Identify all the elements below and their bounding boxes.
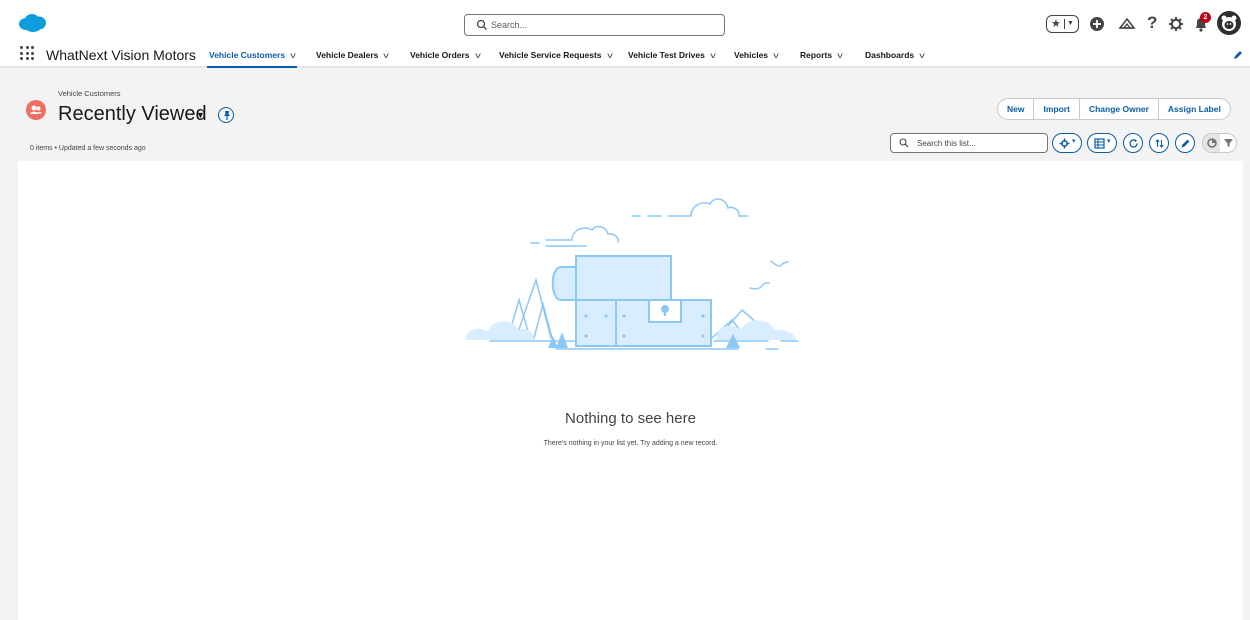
vehicle-customers-object-icon xyxy=(26,100,46,120)
global-search-input[interactable]: Search... xyxy=(464,14,725,36)
list-content-area: Nothing to see here There's nothing in y… xyxy=(18,161,1243,620)
object-label: Vehicle Customers xyxy=(58,89,121,98)
list-view-header: Vehicle Customers Recently Viewed ▼ 0 it… xyxy=(18,78,1243,162)
edit-nav-pencil-icon[interactable] xyxy=(1233,50,1243,60)
import-button[interactable]: Import xyxy=(1034,99,1080,119)
chevron-down-icon[interactable]: v xyxy=(290,51,296,60)
pin-icon xyxy=(224,111,230,120)
inline-edit-button[interactable] xyxy=(1175,133,1195,153)
list-item-count-and-update-status: 0 items • Updated a few seconds ago xyxy=(30,145,146,152)
list-search-input[interactable]: Search this list... xyxy=(890,133,1048,153)
global-search-placeholder: Search... xyxy=(491,20,528,30)
empty-state-subtitle: There's nothing in your list yet. Try ad… xyxy=(543,440,718,447)
pencil-icon xyxy=(1181,139,1190,148)
nav-tab-vehicles[interactable]: Vehicles v xyxy=(734,50,779,68)
list-view-controls-button[interactable]: ▾ xyxy=(1052,133,1082,153)
favorites-list-chevron-icon[interactable]: ▼ xyxy=(1067,17,1074,31)
nav-tab-dashboards[interactable]: Dashboards v xyxy=(865,50,925,68)
global-header: Search... ★ ▼ ? 2 xyxy=(0,0,1250,42)
nav-tab-vehicle-dealers[interactable]: Vehicle Dealers v xyxy=(316,50,390,68)
nav-tab-vehicle-service-requests[interactable]: Vehicle Service Requests v xyxy=(499,50,612,68)
gear-icon xyxy=(1059,138,1070,149)
astro-avatar-icon xyxy=(1221,15,1237,31)
chevron-down-icon[interactable]: v xyxy=(710,51,716,60)
notification-count-badge: 2 xyxy=(1200,12,1211,23)
chevron-down-icon: ▾ xyxy=(1107,138,1111,145)
app-navigation-bar: WhatNext Vision Motors Vehicle Customers… xyxy=(0,42,1250,68)
chevron-down-icon[interactable]: v xyxy=(607,51,613,60)
show-charts-button[interactable] xyxy=(1203,134,1220,152)
sort-icon xyxy=(1155,139,1164,148)
chevron-down-icon[interactable]: v xyxy=(837,51,843,60)
favorites-button-group[interactable]: ★ ▼ xyxy=(1046,15,1079,33)
empty-state-treasure-chest-illustration xyxy=(466,198,799,350)
search-icon xyxy=(899,138,909,148)
nav-tab-vehicle-orders[interactable]: Vehicle Orders v xyxy=(410,50,480,68)
pin-list-view-button[interactable] xyxy=(218,107,234,123)
filter-icon xyxy=(1224,139,1233,147)
refresh-button[interactable] xyxy=(1123,133,1143,153)
chart-filter-toggle-group xyxy=(1202,133,1237,153)
change-owner-button[interactable]: Change Owner xyxy=(1080,99,1159,119)
people-icon xyxy=(30,105,42,114)
table-icon xyxy=(1094,138,1105,149)
chevron-down-icon[interactable]: v xyxy=(773,51,779,60)
refresh-icon xyxy=(1129,139,1138,148)
sort-button[interactable] xyxy=(1149,133,1169,153)
chevron-down-icon[interactable]: v xyxy=(475,51,481,60)
nav-tab-vehicle-customers[interactable]: Vehicle Customers v xyxy=(207,50,298,68)
user-avatar[interactable] xyxy=(1217,11,1241,35)
new-button[interactable]: New xyxy=(998,99,1035,119)
display-as-button[interactable]: ▾ xyxy=(1087,133,1117,153)
empty-state-title: Nothing to see here xyxy=(565,410,696,427)
setup-gear-icon[interactable] xyxy=(1167,15,1185,33)
list-actions-button-group: New Import Change Owner Assign Label xyxy=(997,98,1231,120)
assign-label-button[interactable]: Assign Label xyxy=(1159,99,1230,119)
chevron-down-icon[interactable]: v xyxy=(384,51,390,60)
global-add-icon[interactable] xyxy=(1088,15,1106,33)
nav-tab-vehicle-test-drives[interactable]: Vehicle Test Drives v xyxy=(628,50,716,68)
list-view-picker-caret-icon[interactable]: ▼ xyxy=(196,110,205,120)
salesforce-logo[interactable] xyxy=(18,13,46,33)
app-name: WhatNext Vision Motors xyxy=(46,47,196,63)
chevron-down-icon[interactable]: v xyxy=(919,51,925,60)
help-icon[interactable]: ? xyxy=(1147,12,1157,34)
trailhead-icon[interactable] xyxy=(1118,15,1136,33)
filter-button[interactable] xyxy=(1220,134,1236,152)
search-icon xyxy=(476,19,487,30)
app-launcher-icon[interactable] xyxy=(20,46,34,60)
chevron-down-icon: ▾ xyxy=(1072,138,1076,145)
list-search-placeholder: Search this list... xyxy=(917,139,976,148)
list-view-title[interactable]: Recently Viewed xyxy=(58,103,207,126)
pie-chart-icon xyxy=(1207,138,1217,148)
favorites-star-icon[interactable]: ★ xyxy=(1051,17,1061,31)
nav-tab-reports[interactable]: Reports v xyxy=(800,50,843,68)
